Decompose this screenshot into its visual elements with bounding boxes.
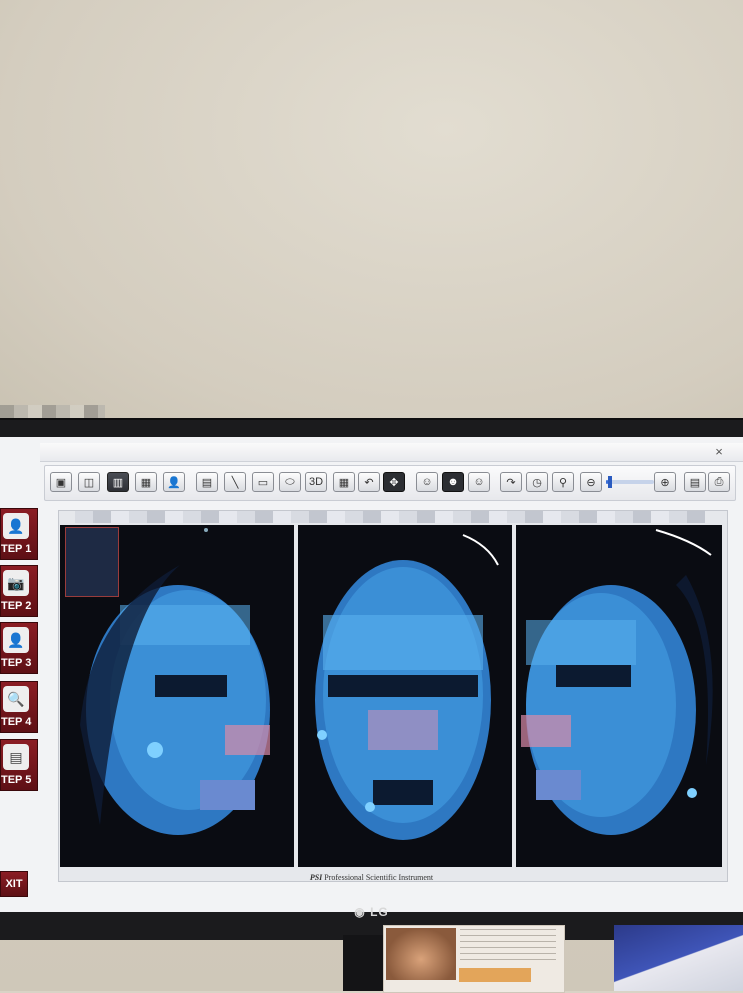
monitor-stand — [343, 935, 383, 991]
user-icon[interactable]: 👤 — [163, 472, 185, 492]
search-icon: 🔍 — [3, 686, 29, 712]
thumbnail-image[interactable] — [65, 527, 119, 597]
rectangle-tool-icon[interactable]: ▭ — [252, 472, 274, 492]
face-front-image — [315, 534, 499, 840]
step-5-label: TEP 5 — [1, 774, 32, 786]
step-5-button[interactable]: ▤ TEP 5 — [0, 739, 38, 791]
zoom-slider-handle[interactable] — [608, 476, 613, 488]
triple-view-icon[interactable]: ▥ — [107, 472, 129, 492]
monitor-brand: LG — [370, 905, 389, 919]
grid-icon[interactable]: ▦ — [333, 472, 355, 492]
add-user-icon: 👤 — [3, 513, 29, 539]
camera-icon: 📷 — [3, 570, 29, 596]
lg-logo-icon: ◉ — [354, 905, 366, 919]
label-icon[interactable]: ▤ — [196, 472, 218, 492]
step-4-button[interactable]: 🔍 TEP 4 — [0, 681, 38, 733]
step-2-label: TEP 2 — [1, 600, 32, 612]
step-2-button[interactable]: 📷 TEP 2 — [0, 565, 38, 617]
step-1-button[interactable]: 👤 TEP 1 — [0, 508, 38, 560]
wall-background — [0, 0, 743, 430]
save-icon[interactable]: ▤ — [684, 472, 706, 492]
redo-icon[interactable]: ↷ — [500, 472, 522, 492]
face-left-icon[interactable]: ☺ — [416, 472, 438, 492]
brand-tagline: Professional Scientific Instrument — [324, 873, 434, 882]
quad-view-icon[interactable]: ▦ — [135, 472, 157, 492]
pixelated-info-bar — [75, 511, 705, 523]
close-icon[interactable]: × — [712, 444, 726, 459]
brochure-button — [459, 968, 531, 982]
window-title-bar — [40, 443, 743, 462]
print-icon[interactable]: ⎙ — [708, 472, 730, 492]
face-right-icon[interactable]: ☺ — [468, 472, 490, 492]
face-front-icon[interactable]: ☻ — [442, 472, 464, 492]
manufacturer-footer: PSI Professional Scientific Instrument — [0, 873, 743, 882]
report-icon: ▤ — [3, 744, 29, 770]
zoom-in-icon[interactable]: ⊕ — [654, 472, 676, 492]
brochure-text — [460, 929, 556, 965]
brand-name: PSI — [309, 873, 323, 882]
face-panel-right[interactable] — [516, 525, 722, 867]
move-icon[interactable]: ✥ — [383, 472, 405, 492]
face-search-icon[interactable]: ⚲ — [552, 472, 574, 492]
zoom-slider[interactable] — [606, 476, 654, 488]
step-3-button[interactable]: 👤 TEP 3 — [0, 622, 38, 674]
monitor-logo: ◉ LG — [0, 905, 743, 919]
image-icon[interactable]: ▣ — [50, 472, 72, 492]
face-right-image — [521, 529, 713, 835]
zoom-out-icon[interactable]: ⊖ — [580, 472, 602, 492]
undo-icon[interactable]: ↶ — [358, 472, 380, 492]
step-1-label: TEP 1 — [1, 543, 32, 555]
step-4-label: TEP 4 — [1, 716, 32, 728]
booklet — [614, 925, 743, 991]
face-panel-front[interactable] — [298, 525, 512, 867]
ellipse-tool-icon[interactable]: ⬭ — [279, 472, 301, 492]
split-view-icon[interactable]: ◫ — [78, 472, 100, 492]
step-3-label: TEP 3 — [1, 657, 32, 669]
person-icon: 👤 — [3, 627, 29, 653]
brochure-photo — [386, 928, 456, 980]
timer-icon[interactable]: ◷ — [526, 472, 548, 492]
3d-button[interactable]: 3D — [305, 472, 327, 492]
line-tool-icon[interactable]: ╲ — [224, 472, 246, 492]
